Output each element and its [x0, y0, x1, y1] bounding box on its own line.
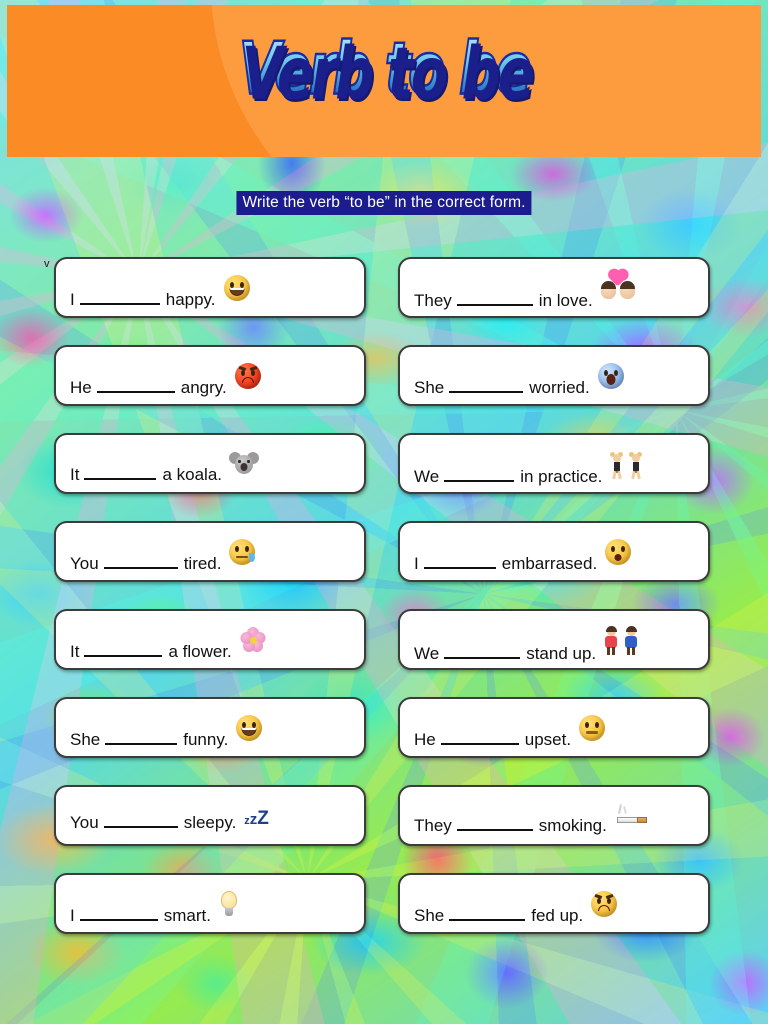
answer-blank[interactable] — [96, 381, 175, 393]
unamused-face-icon — [579, 715, 606, 741]
angry-face-red-icon — [234, 363, 261, 389]
sentence-pronoun: You — [70, 554, 99, 573]
sentence-predicate: stand up. — [526, 644, 597, 663]
sentence-predicate: upset. — [524, 730, 572, 749]
sentence-pronoun: She — [414, 378, 445, 397]
answer-blank[interactable] — [456, 294, 533, 306]
sentence-predicate: a koala. — [162, 465, 222, 484]
sentence-predicate: sleepy. — [183, 812, 237, 832]
exercise-item[interactable]: Ihappy. — [54, 257, 366, 318]
exercise-sentence: They smoking. — [414, 803, 649, 836]
sentence-predicate: fed up. — [531, 906, 584, 925]
exercise-item[interactable]: We stand up. — [398, 609, 710, 670]
answer-blank[interactable] — [449, 909, 526, 921]
answer-blank[interactable] — [444, 647, 521, 659]
light-bulb-icon — [219, 891, 239, 917]
grinning-face-icon — [223, 275, 250, 301]
exercise-sentence: You sleepy. zzZ — [70, 808, 269, 834]
exercise-sentence: Ismart. — [70, 891, 239, 926]
flushed-face-icon — [605, 539, 632, 565]
answer-blank[interactable] — [103, 816, 178, 828]
sentence-predicate: embarrased. — [501, 554, 598, 573]
sentence-predicate: happy. — [165, 290, 216, 309]
sentence-predicate: smoking. — [538, 816, 607, 835]
face-with-tears-of-joy-icon — [236, 715, 263, 741]
sentence-pronoun: We — [414, 467, 440, 486]
sentence-pronoun: It — [70, 642, 80, 661]
sentence-pronoun: I — [70, 290, 75, 309]
exercise-item[interactable]: Ismart. — [54, 873, 366, 934]
sentence-predicate: tired. — [183, 554, 222, 573]
sleepy-face-icon — [229, 539, 256, 565]
exercise-item[interactable]: He angry. — [54, 345, 366, 406]
exercise-item[interactable]: She fed up. — [398, 873, 710, 934]
exercise-item[interactable]: She worried. — [398, 345, 710, 406]
exercise-sentence: It a flower. — [70, 627, 266, 662]
stray-mark: v — [44, 258, 50, 270]
exercise-sentence: You tired. — [70, 539, 256, 574]
exercise-sentence: She fed up. — [414, 891, 618, 926]
exercise-sentence: She worried. — [414, 363, 624, 398]
exercise-sentence: She funny. — [70, 715, 263, 750]
women-with-bunny-ears-icon — [610, 450, 643, 480]
worksheet-page: Verb to be Write the verb “to be” in the… — [0, 0, 768, 1024]
sentence-predicate: a flower. — [168, 642, 232, 661]
exercise-item[interactable]: You tired. — [54, 521, 366, 582]
answer-blank[interactable] — [84, 468, 157, 480]
sentence-pronoun: I — [414, 554, 419, 573]
exercise-sentence: We in practice. — [414, 452, 643, 487]
answer-blank[interactable] — [440, 733, 519, 745]
answer-blank[interactable] — [79, 909, 158, 921]
exercise-sentence: It a koala. — [70, 452, 259, 485]
sentence-predicate: angry. — [180, 378, 227, 397]
pouting-face-icon — [591, 891, 618, 917]
sentence-predicate: in practice. — [520, 467, 603, 486]
answer-blank[interactable] — [84, 645, 163, 657]
exercise-sentence: Ihappy. — [70, 275, 250, 310]
sentence-pronoun: She — [414, 906, 445, 925]
couple-with-heart-icon — [600, 270, 635, 302]
exercise-item[interactable]: Iembarrased. — [398, 521, 710, 582]
answer-blank[interactable] — [449, 381, 524, 393]
sentence-pronoun: They — [414, 291, 452, 310]
sentence-pronoun: She — [70, 730, 101, 749]
screaming-face-icon — [597, 363, 624, 389]
exercise-sentence: They in love. — [414, 270, 635, 311]
sentence-pronoun: We — [414, 644, 440, 663]
koala-face-icon — [229, 452, 259, 476]
answer-blank[interactable] — [105, 733, 178, 745]
answer-blank[interactable] — [456, 819, 533, 831]
exercise-item[interactable]: He upset. — [398, 697, 710, 758]
sentence-predicate: funny. — [183, 730, 229, 749]
sentence-pronoun: He — [414, 730, 436, 749]
sentence-predicate: in love. — [538, 291, 593, 310]
exercise-sentence: He upset. — [414, 715, 606, 750]
cherry-blossom-icon — [240, 627, 266, 653]
sentence-pronoun: He — [70, 378, 92, 397]
zzz-icon: zzZ — [244, 807, 269, 829]
exercise-item[interactable]: You sleepy. zzZ — [54, 785, 366, 846]
answer-blank[interactable] — [103, 557, 178, 569]
exercise-grid: Ihappy. He angry. It a koala. You tired. It a fl… — [0, 0, 768, 1024]
exercise-item[interactable]: It a flower. — [54, 609, 366, 670]
sentence-pronoun: It — [70, 465, 80, 484]
answer-blank[interactable] — [79, 293, 160, 305]
exercise-sentence: He angry. — [70, 363, 261, 398]
answer-blank[interactable] — [423, 557, 496, 569]
answer-blank[interactable] — [444, 470, 515, 482]
exercise-sentence: We stand up. — [414, 626, 638, 664]
cigarette-icon — [615, 803, 649, 827]
exercise-item[interactable]: It a koala. — [54, 433, 366, 494]
man-and-woman-holding-hands-icon — [604, 625, 638, 655]
sentence-predicate: smart. — [163, 906, 211, 925]
exercise-item[interactable]: They in love. — [398, 257, 710, 318]
sentence-predicate: worried. — [529, 378, 590, 397]
exercise-item[interactable]: She funny. — [54, 697, 366, 758]
sentence-pronoun: I — [70, 906, 75, 925]
exercise-item[interactable]: They smoking. — [398, 785, 710, 846]
sentence-pronoun: You — [70, 812, 99, 832]
exercise-sentence: Iembarrased. — [414, 539, 632, 574]
sentence-pronoun: They — [414, 816, 452, 835]
exercise-item[interactable]: We in practice. — [398, 433, 710, 494]
